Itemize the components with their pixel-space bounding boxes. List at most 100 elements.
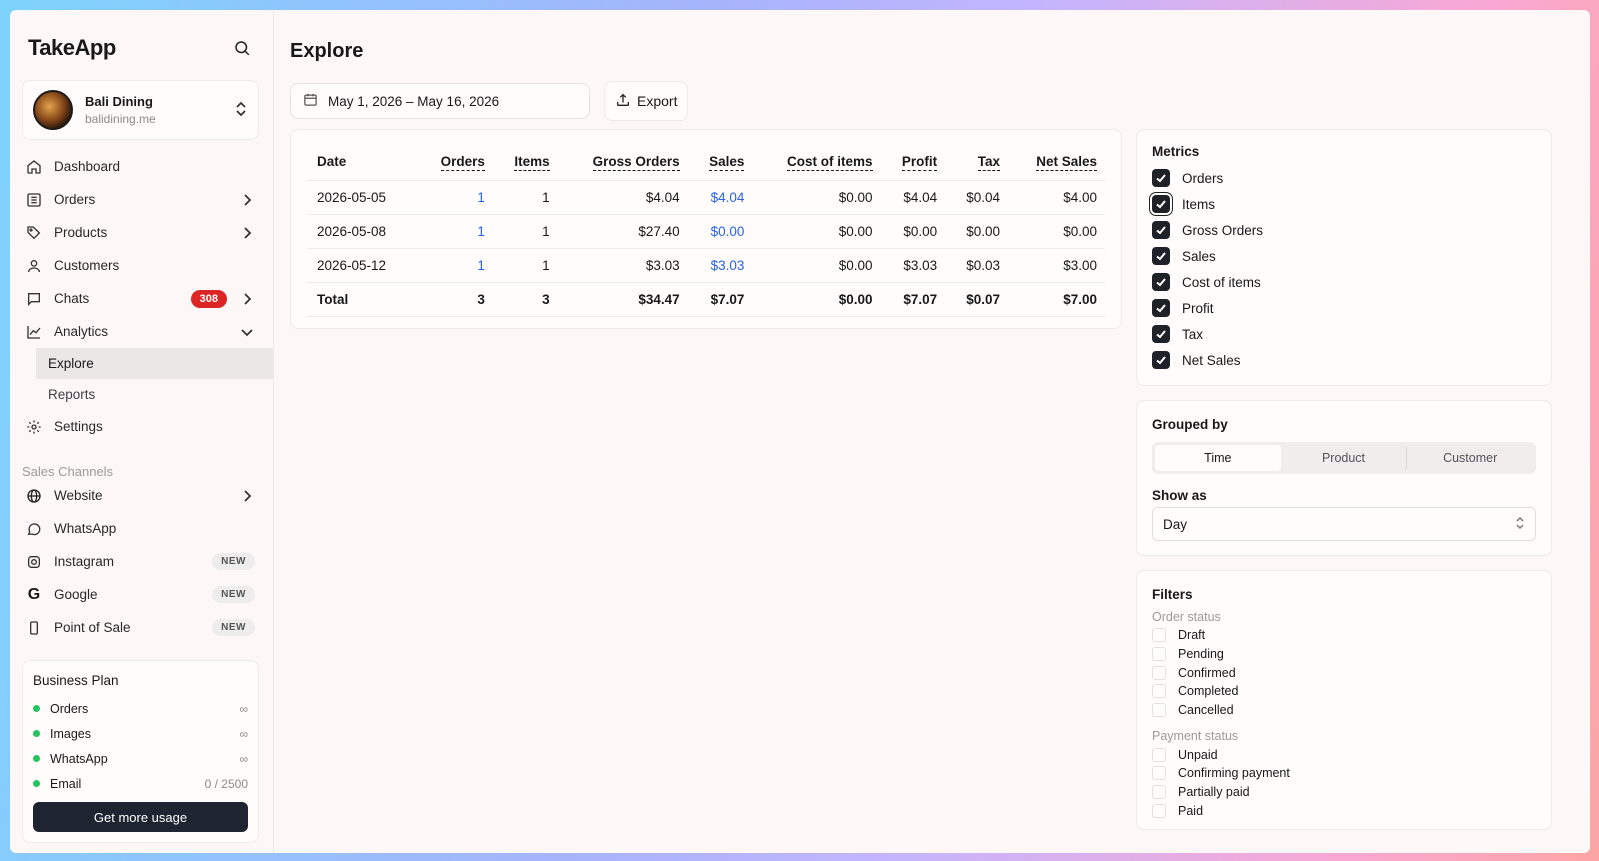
checkbox-unchecked[interactable] (1152, 684, 1166, 699)
channel-website[interactable]: Website (22, 479, 259, 512)
checkbox-checked[interactable] (1152, 351, 1170, 369)
google-icon: G (27, 585, 41, 603)
sales-link[interactable]: $3.03 (687, 247, 753, 282)
channel-whatsapp[interactable]: WhatsApp (22, 512, 259, 545)
table-cell: $3.03 (880, 247, 946, 282)
table-cell: 2026-05-08 (307, 213, 417, 248)
grouped-by-title: Grouped by (1152, 417, 1228, 432)
checkbox-checked[interactable] (1152, 299, 1170, 317)
channel-instagram-label: Instagram (54, 554, 115, 569)
metric-checkbox-row[interactable]: Gross Orders (1152, 217, 1536, 243)
search-icon[interactable] (231, 37, 253, 59)
table-cell: $0.00 (1008, 213, 1105, 248)
nav-analytics[interactable]: Analytics (22, 315, 259, 348)
order-status-label: Order status (1152, 610, 1221, 624)
metric-checkbox-row[interactable]: Sales (1152, 243, 1536, 269)
table-row: 2026-05-12 1 1 $3.03 $3.03 $0.00 $3.03 $… (307, 247, 1105, 282)
checkbox-checked[interactable] (1152, 325, 1170, 343)
column-header[interactable]: Tax (945, 144, 1008, 180)
plan-usage-name: Orders (50, 701, 89, 716)
checkbox-checked[interactable] (1152, 195, 1170, 213)
plan-title: Business Plan (33, 673, 119, 688)
metric-checkbox-row[interactable]: Items (1152, 191, 1536, 217)
checkbox-unchecked[interactable] (1152, 803, 1166, 818)
metric-checkbox-row[interactable]: Net Sales (1152, 347, 1536, 373)
sales-link[interactable]: $4.04 (687, 179, 753, 214)
column-header[interactable]: Cost of items (752, 144, 880, 180)
sales-link[interactable]: $0.00 (687, 213, 753, 248)
column-header[interactable]: Gross Orders (558, 144, 688, 180)
column-header[interactable]: Items (493, 144, 558, 180)
checkbox-checked[interactable] (1152, 221, 1170, 239)
nav-reports[interactable]: Reports (36, 379, 273, 410)
toolbar: May 1, 2026 – May 16, 2026 Export (290, 81, 1574, 121)
table-cell: $4.04 (557, 179, 688, 214)
table-cell: Total (307, 281, 417, 317)
explore-table: Date Orders Items Gross Orders Sales Cos… (307, 144, 1105, 317)
store-avatar (33, 90, 73, 130)
home-icon (24, 157, 44, 177)
column-header[interactable]: Profit (881, 144, 946, 180)
checkbox-checked[interactable] (1152, 247, 1170, 265)
checkbox-unchecked[interactable] (1152, 747, 1166, 762)
checkbox-checked[interactable] (1152, 169, 1170, 187)
channel-google-label: Google (54, 587, 98, 602)
grouping-panel: Grouped by Time Product Customer Show as… (1136, 400, 1552, 556)
show-as-select[interactable]: Day (1152, 507, 1536, 541)
channel-pos[interactable]: Point of Sale NEW (22, 611, 259, 644)
metric-checkbox-row[interactable]: Orders (1152, 165, 1536, 191)
column-header[interactable]: Orders (417, 144, 493, 180)
orders-link[interactable]: 1 (416, 213, 493, 248)
filter-checkbox-row[interactable]: Unpaid (1152, 745, 1536, 764)
new-badge: NEW (212, 586, 255, 603)
globe-icon (24, 486, 44, 506)
column-header[interactable]: Sales (688, 144, 753, 180)
group-by-customer[interactable]: Customer (1407, 445, 1533, 471)
checkbox-unchecked[interactable] (1152, 665, 1166, 680)
checkbox-checked[interactable] (1152, 273, 1170, 291)
filter-checkbox-row[interactable]: Confirmed (1152, 663, 1536, 682)
metric-checkbox-row[interactable]: Cost of items (1152, 269, 1536, 295)
metric-checkbox-row[interactable]: Tax (1152, 321, 1536, 347)
nav-orders[interactable]: Orders (22, 183, 259, 216)
nav-customers-label: Customers (54, 258, 120, 273)
filter-label: Unpaid (1178, 747, 1218, 762)
metric-checkbox-row[interactable]: Profit (1152, 295, 1536, 321)
nav-products[interactable]: Products (22, 216, 259, 249)
filter-label: Confirming payment (1178, 766, 1290, 781)
date-range-picker[interactable]: May 1, 2026 – May 16, 2026 (290, 83, 590, 119)
nav-explore[interactable]: Explore (36, 348, 273, 379)
filter-checkbox-row[interactable]: Draft (1152, 626, 1536, 645)
store-switcher[interactable]: Bali Dining balidining.me (22, 80, 259, 140)
orders-link[interactable]: 1 (416, 179, 493, 214)
filter-checkbox-row[interactable]: Partially paid (1152, 783, 1536, 802)
get-more-usage-button[interactable]: Get more usage (33, 802, 248, 832)
table-row: 2026-05-08 1 1 $27.40 $0.00 $0.00 $0.00 … (307, 213, 1105, 248)
checkbox-unchecked[interactable] (1152, 785, 1166, 800)
nav-orders-label: Orders (54, 192, 96, 207)
filter-checkbox-row[interactable]: Pending (1152, 645, 1536, 664)
checkbox-unchecked[interactable] (1152, 703, 1166, 718)
channel-instagram[interactable]: Instagram NEW (22, 545, 259, 578)
nav-settings-label: Settings (54, 419, 103, 434)
group-by-product[interactable]: Product (1281, 445, 1407, 471)
checkbox-unchecked[interactable] (1152, 766, 1166, 781)
nav-settings[interactable]: Settings (22, 410, 259, 443)
store-domain: balidining.me (85, 112, 156, 126)
nav-customers[interactable]: Customers (22, 249, 259, 282)
nav-dashboard[interactable]: Dashboard (22, 150, 259, 183)
filter-checkbox-row[interactable]: Paid (1152, 802, 1536, 821)
filter-checkbox-row[interactable]: Cancelled (1152, 701, 1536, 720)
checkbox-unchecked[interactable] (1152, 647, 1166, 662)
checkbox-unchecked[interactable] (1152, 628, 1166, 643)
column-header[interactable]: Net Sales (1008, 144, 1105, 180)
filter-checkbox-row[interactable]: Completed (1152, 682, 1536, 701)
group-by-time[interactable]: Time (1155, 445, 1281, 471)
nav-chats[interactable]: Chats 308 (22, 282, 259, 315)
channel-google[interactable]: G Google NEW (22, 578, 259, 611)
column-header[interactable]: Date (307, 144, 417, 180)
filter-checkbox-row[interactable]: Confirming payment (1152, 764, 1536, 783)
orders-link[interactable]: 1 (416, 247, 493, 282)
chats-unread-badge: 308 (190, 289, 227, 308)
export-button[interactable]: Export (604, 81, 689, 121)
